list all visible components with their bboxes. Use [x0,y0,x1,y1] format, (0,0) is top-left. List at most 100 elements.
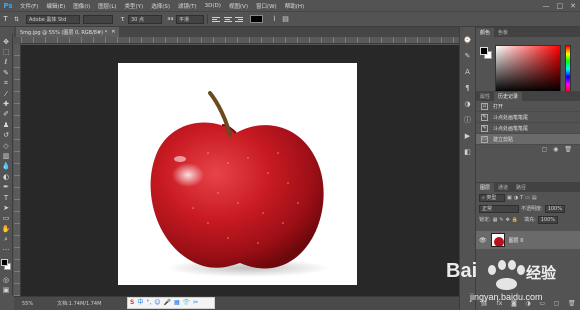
menu-window[interactable]: 窗口(W) [252,2,281,10]
snapshot-icon[interactable]: ◉ [553,146,558,153]
tab-properties[interactable]: 属性 [476,92,494,101]
quick-select-tool-icon[interactable]: ✎ [1,68,12,78]
brush-tool-icon[interactable]: ✐ [1,110,12,120]
foreground-background-colors[interactable] [0,259,12,271]
horizontal-ruler[interactable] [21,37,459,44]
history-brush-tool-icon[interactable]: ↺ [1,131,12,141]
history-panel-icon[interactable]: ⌚ [463,35,472,44]
font-size-select[interactable]: 30 点 [128,14,162,24]
add-mask-icon[interactable]: ◙ [511,300,517,307]
adjustments-panel-icon[interactable]: ◑ [463,99,472,108]
lock-position-icon[interactable]: ✥ [506,217,510,223]
emoji-icon[interactable]: ☺ [154,300,160,306]
character-panel-icon[interactable]: ▤ [280,15,291,23]
layer-filter-select[interactable]: ⌕ 类型 [479,193,505,202]
zoom-level[interactable]: 55% [22,301,33,307]
warp-text-icon[interactable]: ⌇ [269,15,280,23]
dodge-tool-icon[interactable]: ◐ [1,172,12,182]
menu-select[interactable]: 选择(S) [147,2,174,10]
path-select-tool-icon[interactable]: ➤ [1,203,12,213]
tab-history[interactable]: 历史记录 [494,92,523,101]
skin-icon[interactable]: 👕 [183,300,190,306]
filter-pixel-icon[interactable]: ▣ [507,195,512,201]
panel-foreground-swatch[interactable] [480,47,488,55]
filter-shape-icon[interactable]: ▭ [525,195,530,201]
chinese-mode-icon[interactable]: 中 [137,300,143,306]
tab-layers[interactable]: 图层 [476,183,495,192]
eraser-tool-icon[interactable]: ◇ [1,141,12,151]
font-family-select[interactable]: Adobe 黑体 Std [26,14,80,24]
align-center-button[interactable] [223,15,232,23]
character-panel-icon[interactable]: A [463,67,472,76]
minimize-button[interactable]: — [543,2,550,10]
panel-fg-bg-swatches[interactable] [480,47,492,59]
vertical-ruler[interactable] [14,44,21,296]
close-tab-icon[interactable]: ✕ [111,29,115,35]
marquee-tool-icon[interactable]: ⬚ [1,47,12,57]
filter-type-icon[interactable]: T [520,195,523,201]
fill-field[interactable]: 100% [537,215,559,224]
close-button[interactable]: ✕ [570,2,576,10]
visibility-eye-icon[interactable]: 👁 [479,237,487,244]
screen-mode-icon[interactable]: ▣ [1,285,12,295]
align-right-button[interactable] [234,15,243,23]
lasso-tool-icon[interactable]: ℓ [1,58,12,68]
move-tool-icon[interactable]: ✥ [1,37,12,47]
opacity-field[interactable]: 100% [544,204,565,213]
lock-transparent-icon[interactable]: ▦ [493,217,498,223]
type-tool-icon[interactable]: T [0,15,11,23]
foreground-color-swatch[interactable] [0,259,8,267]
actions-panel-icon[interactable]: ▶ [463,131,472,140]
shape-tool-icon[interactable]: ▭ [1,214,12,224]
align-left-button[interactable] [212,15,221,23]
tools-icon[interactable]: ✂ [193,300,198,306]
history-item[interactable]: ▫ 打开 [476,101,580,112]
history-item[interactable]: ✎ 斗点处画笔笔尾 [476,123,580,134]
hand-tool-icon[interactable]: ✋ [1,224,12,234]
antialias-select[interactable]: 平滑 [176,14,204,24]
pen-tool-icon[interactable]: ✒ [1,182,12,192]
color-spectrum[interactable] [495,45,561,93]
clone-stamp-tool-icon[interactable]: ♟ [1,120,12,130]
menu-type[interactable]: 类型(Y) [121,2,148,10]
more-tools-icon[interactable]: ··· [1,245,12,255]
voice-input-icon[interactable]: 🎤 [164,300,171,306]
layer-style-icon[interactable]: fx [497,300,503,307]
new-document-icon[interactable]: ▢ [541,146,547,153]
quick-mask-icon[interactable]: ◎ [1,275,12,285]
font-style-select[interactable] [83,14,113,24]
lock-pixels-icon[interactable]: ✎ [499,217,503,223]
layer-item[interactable]: 👁 图层 0 [476,231,580,249]
new-layer-icon[interactable]: ▢ [554,300,560,307]
blur-tool-icon[interactable]: 💧 [1,162,12,172]
delete-state-icon[interactable]: 🗑 [564,146,572,153]
delete-layer-icon[interactable]: 🗑 [568,300,576,307]
filter-adjust-icon[interactable]: ◑ [514,195,518,201]
healing-brush-tool-icon[interactable]: ✚ [1,99,12,109]
info-panel-icon[interactable]: ⓘ [463,115,472,124]
crop-tool-icon[interactable]: ⌗ [1,79,12,89]
adjustment-layer-icon[interactable]: ◑ [525,300,530,307]
hue-slider[interactable] [565,45,571,93]
link-layers-icon[interactable]: ⛓ [480,300,488,307]
filter-smart-icon[interactable]: ▤ [532,195,537,201]
gradient-tool-icon[interactable]: ▥ [1,151,12,161]
menu-3d[interactable]: 3D(D) [201,3,225,9]
menu-view[interactable]: 视图(V) [225,2,252,10]
lock-all-icon[interactable]: 🔒 [512,217,518,223]
history-item-selected[interactable]: ▭ 建立剪贴 [476,134,580,145]
menu-edit[interactable]: 编辑(E) [42,2,69,10]
paragraph-panel-icon[interactable]: ¶ [463,83,472,92]
document-tab[interactable]: 5mg.jpg @ 55% (图层 0, RGB/8#) * ✕ [16,27,120,37]
sogou-logo-icon[interactable]: S [130,300,134,306]
keyboard-icon[interactable]: ▦ [174,300,180,306]
menu-layer[interactable]: 图层(L) [94,2,120,10]
menu-help[interactable]: 帮助(H) [281,2,308,10]
styles-panel-icon[interactable]: ◧ [463,147,472,156]
eyedropper-tool-icon[interactable]: ⁄ [1,89,12,99]
zoom-tool-icon[interactable]: ⌕ [1,234,12,244]
history-item[interactable]: ✎ 斗点处画笔笔尾 [476,112,580,123]
blend-mode-select[interactable]: 正常 [479,204,519,213]
document-canvas[interactable] [118,63,357,285]
menu-filter[interactable]: 滤镜(T) [174,2,201,10]
